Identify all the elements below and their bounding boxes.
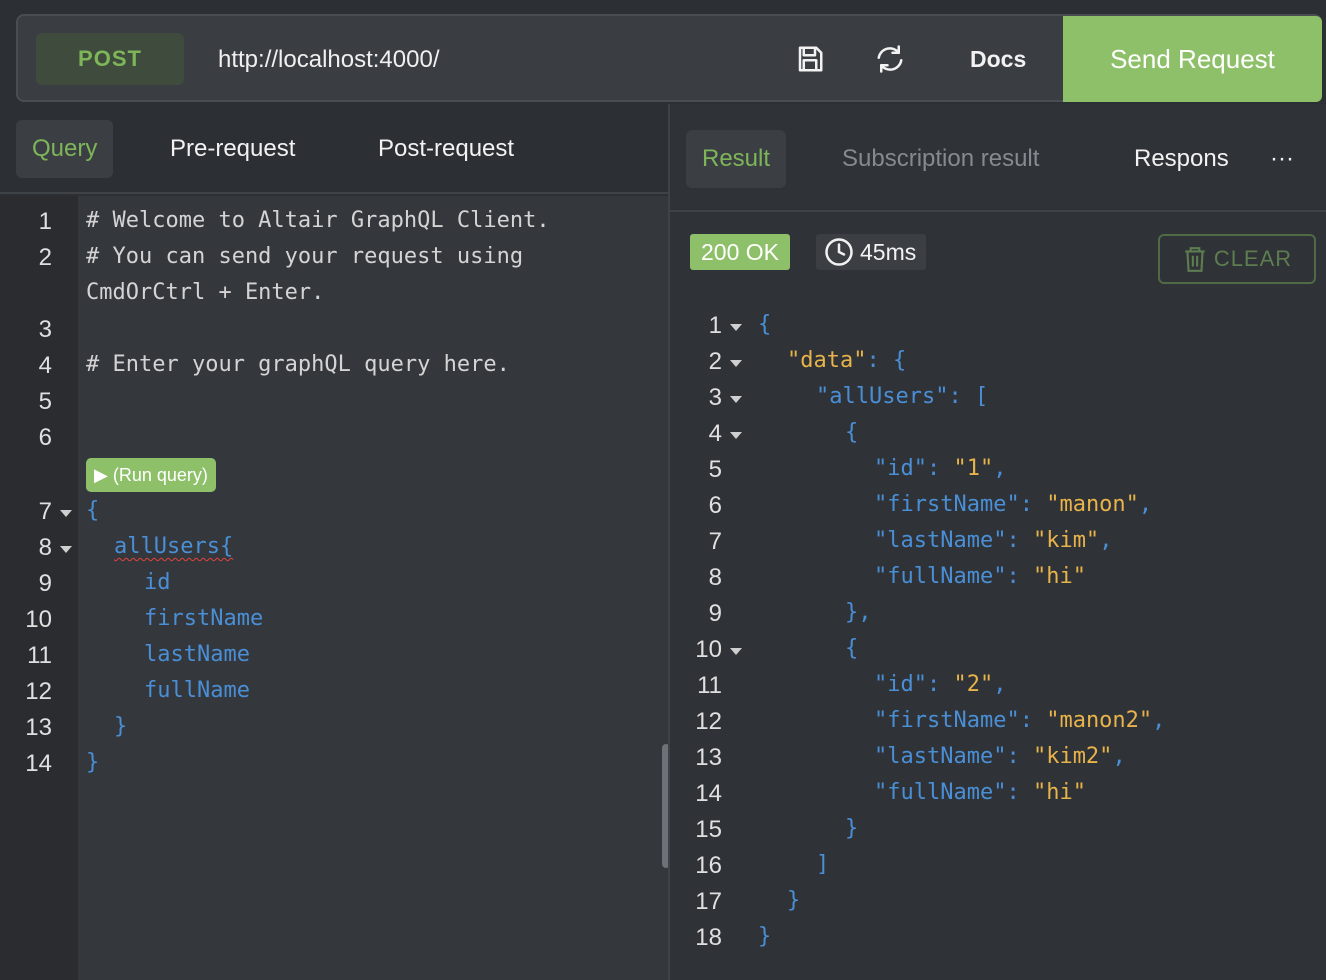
result-line-number: 3 <box>708 384 722 411</box>
code-root-field: allUsers{ <box>114 534 234 559</box>
editor-code[interactable]: # Welcome to Altair GraphQL Client. # Yo… <box>78 196 668 980</box>
url-input[interactable]: http://localhost:4000/ <box>218 46 439 74</box>
result-line-number: 6 <box>708 492 722 519</box>
result-line: { <box>845 420 859 445</box>
result-line: "id": "1", <box>874 456 1007 481</box>
result-line: "allUsers": [ <box>816 384 989 409</box>
run-query-button[interactable]: ▶ (Run query) <box>86 458 216 492</box>
fold-arrow-icon[interactable] <box>60 546 72 553</box>
line-number: 4 <box>38 352 52 379</box>
result-line: { <box>845 636 859 661</box>
result-line-number: 14 <box>695 780 722 807</box>
result-tabs: Result Subscription result Respons ··· <box>670 104 1326 212</box>
status-badge: 200 OK <box>690 234 790 270</box>
result-line: "firstName": "manon2", <box>874 708 1166 733</box>
line-number: 13 <box>25 714 52 741</box>
result-line: { <box>758 312 772 337</box>
tab-result[interactable]: Result <box>686 130 787 188</box>
code-field: firstName <box>144 606 264 631</box>
code-comment: # You can send your request using <box>86 244 524 269</box>
tab-post-request[interactable]: Post-request <box>362 120 530 178</box>
query-tabs: Query Pre-request Post-request <box>0 104 668 194</box>
result-line-number: 15 <box>695 816 722 843</box>
request-bar: POST http://localhost:4000/ Docs Send Re… <box>16 14 1322 102</box>
result-line: }, <box>845 600 872 625</box>
line-number: 9 <box>38 570 52 597</box>
result-line: "lastName": "kim", <box>874 528 1113 553</box>
result-line: } <box>787 888 801 913</box>
result-line: } <box>758 924 772 949</box>
result-line: "firstName": "manon", <box>874 492 1153 517</box>
line-number: 8 <box>38 534 52 561</box>
fold-arrow-icon[interactable] <box>730 324 742 331</box>
response-time: 45ms <box>816 234 927 270</box>
result-line-number: 7 <box>708 528 722 555</box>
fold-arrow-icon[interactable] <box>730 360 742 367</box>
fold-arrow-icon[interactable] <box>730 648 742 655</box>
result-line: "data": { <box>787 348 907 373</box>
line-number: 10 <box>25 606 52 633</box>
line-number: 1 <box>38 208 52 235</box>
result-line-number: 16 <box>695 852 722 879</box>
result-line-number: 9 <box>708 600 722 627</box>
method-selector[interactable]: POST <box>36 33 184 85</box>
code-field: lastName <box>144 642 250 667</box>
result-line: } <box>845 816 859 841</box>
line-number: 14 <box>25 750 52 777</box>
line-number: 3 <box>38 316 52 343</box>
trash-icon <box>1185 247 1205 272</box>
docs-button[interactable]: Docs <box>970 46 1026 73</box>
result-line: "fullName": "hi" <box>874 780 1086 805</box>
tab-subscription-result[interactable]: Subscription result <box>826 130 1055 188</box>
result-line-number: 18 <box>695 924 722 951</box>
result-pane: Result Subscription result Respons ··· 2… <box>670 104 1326 980</box>
code-brace: } <box>86 750 100 775</box>
result-line-number: 4 <box>708 420 722 447</box>
clock-icon <box>825 238 853 266</box>
line-number: 6 <box>38 424 52 451</box>
more-tabs-button[interactable]: ··· <box>1264 130 1300 188</box>
result-line-number: 13 <box>695 744 722 771</box>
result-line-number: 10 <box>695 636 722 663</box>
code-field: fullName <box>144 678 250 703</box>
code-comment: CmdOrCtrl + Enter. <box>86 280 325 305</box>
line-number: 5 <box>38 388 52 415</box>
query-pane: Query Pre-request Post-request 1 2 3 4 5… <box>0 104 670 980</box>
refresh-icon[interactable] <box>872 41 908 77</box>
result-line-number: 1 <box>708 312 722 339</box>
line-number: 7 <box>38 498 52 525</box>
result-line: "lastName": "kim2", <box>874 744 1126 769</box>
code-field: id <box>144 570 171 595</box>
fold-arrow-icon[interactable] <box>730 396 742 403</box>
fold-arrow-icon[interactable] <box>730 432 742 439</box>
editor-gutter: 1 2 3 4 5 6 7 8 9 10 11 12 13 14 <box>0 196 78 980</box>
line-number: 11 <box>27 642 52 669</box>
line-number: 12 <box>25 678 52 705</box>
result-line-number: 8 <box>708 564 722 591</box>
code-comment: # Welcome to Altair GraphQL Client. <box>86 208 550 233</box>
clear-button[interactable]: CLEAR <box>1158 234 1316 284</box>
code-comment: # Enter your graphQL query here. <box>86 352 510 377</box>
tab-query[interactable]: Query <box>16 120 114 178</box>
result-line-number: 5 <box>708 456 722 483</box>
query-editor[interactable]: 1 2 3 4 5 6 7 8 9 10 11 12 13 14 # Welco… <box>0 196 668 980</box>
result-viewer[interactable]: 1 {2 "data": { 3 "allUsers": [ 4 {5 "id": "1", 6… <box>670 300 1326 980</box>
result-line-number: 12 <box>695 708 722 735</box>
clear-label: CLEAR <box>1213 246 1293 271</box>
line-number: 2 <box>38 244 52 271</box>
tab-response-headers[interactable]: Respons <box>1118 130 1248 188</box>
result-line: "fullName": "hi" <box>874 564 1086 589</box>
code-brace: { <box>86 498 100 523</box>
result-line-number: 17 <box>695 888 722 915</box>
tab-pre-request[interactable]: Pre-request <box>154 120 311 178</box>
result-line-number: 11 <box>697 672 722 699</box>
fold-arrow-icon[interactable] <box>60 510 72 517</box>
response-time-value: 45ms <box>860 238 917 265</box>
send-request-button[interactable]: Send Request <box>1063 16 1322 102</box>
result-line-number: 2 <box>708 348 722 375</box>
save-icon[interactable] <box>792 41 828 77</box>
result-line: ] <box>816 852 830 877</box>
code-brace: } <box>114 714 128 739</box>
result-line: "id": "2", <box>874 672 1007 697</box>
